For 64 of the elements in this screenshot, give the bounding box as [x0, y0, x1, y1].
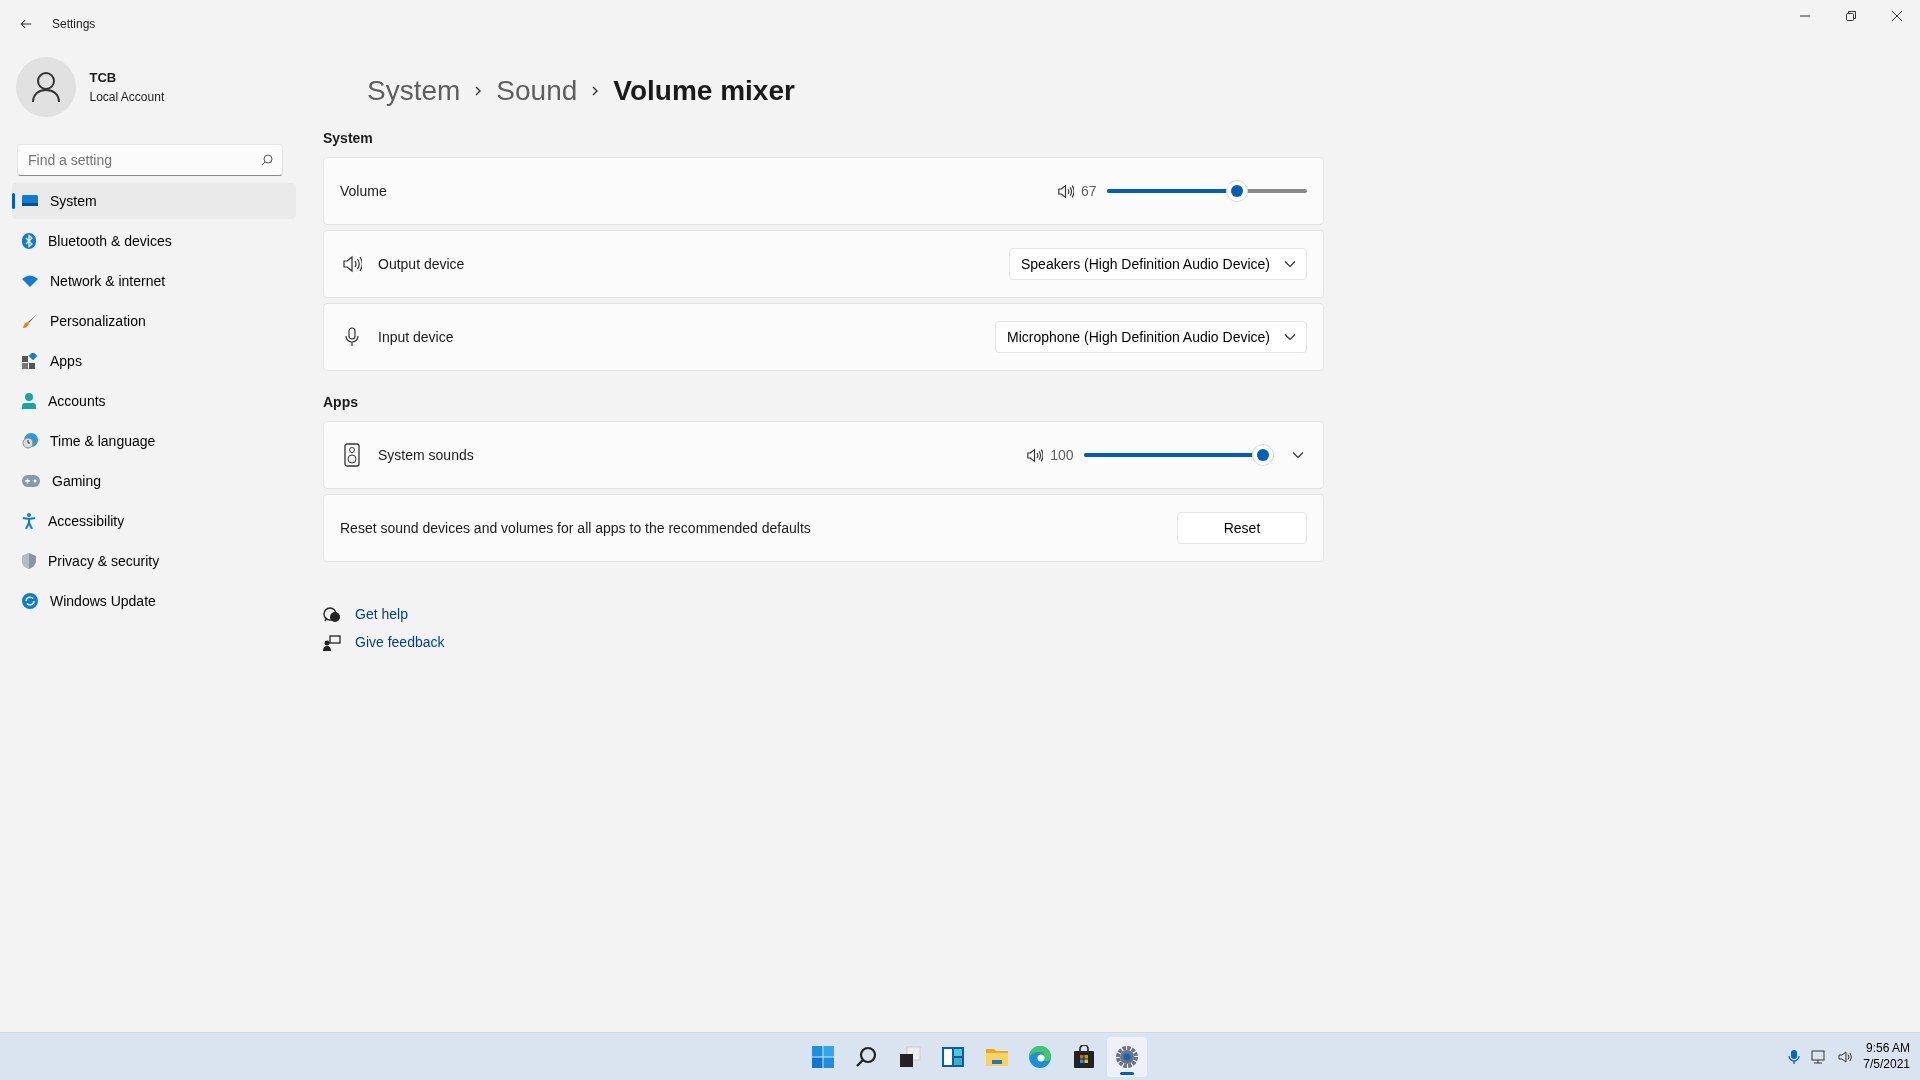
network-icon[interactable] — [1811, 1049, 1828, 1065]
volume-reading: 67 — [1080, 181, 1097, 201]
wifi-icon — [22, 275, 38, 287]
gear-icon[interactable] — [1107, 1036, 1148, 1077]
volume-reading: 100 — [1050, 445, 1074, 465]
clock[interactable]: 9:56 AM 7/5/2021 — [1863, 1041, 1910, 1073]
search-field[interactable]: Find a setting — [17, 144, 283, 176]
help-link[interactable]: Get help — [355, 604, 408, 625]
gamepad-icon — [22, 475, 40, 487]
accessibility-icon — [22, 513, 36, 529]
window-title: Settings — [52, 16, 96, 33]
device-dropdown[interactable]: Microphone (High Definition Audio Device) — [994, 321, 1307, 353]
help-icon — [323, 606, 341, 623]
nav-item[interactable]: Privacy & security — [12, 543, 296, 579]
feedback-link[interactable]: Give feedback — [355, 632, 445, 653]
nav-item[interactable]: Accounts — [12, 383, 296, 419]
feedback-icon — [323, 634, 341, 651]
section-heading: System — [323, 129, 374, 148]
setting-label: Reset sound devices and volumes for all apps to the recommended defaults — [340, 518, 811, 538]
speaker-icon — [340, 255, 364, 273]
speaker-icon — [1026, 447, 1044, 463]
globe-clock-icon — [22, 433, 38, 449]
chevron-down-icon — [1284, 260, 1296, 268]
setting-label: Volume — [340, 181, 387, 201]
nav-item[interactable]: Gaming — [12, 463, 296, 499]
section-heading: Apps — [323, 393, 359, 412]
nav-item[interactable]: Windows Update — [12, 583, 296, 619]
setting-label: Output device — [378, 254, 465, 274]
setting-label: System sounds — [378, 445, 474, 465]
nav-item[interactable]: Accessibility — [12, 503, 296, 539]
breadcrumb-link[interactable]: System — [367, 70, 461, 112]
nav-item[interactable]: Network & internet — [12, 263, 296, 299]
person-icon — [22, 393, 36, 409]
reset-button[interactable]: Reset — [1177, 512, 1307, 544]
search-icon — [261, 154, 273, 166]
nav-item[interactable]: System — [12, 183, 296, 219]
apps-icon — [22, 353, 38, 369]
restore-icon — [1846, 11, 1856, 21]
user-name: TCB — [89, 69, 118, 88]
close-icon — [1892, 11, 1902, 21]
nav-item[interactable]: Personalization — [12, 303, 296, 339]
back-arrow-icon — [20, 17, 32, 31]
page-title: Volume mixer — [613, 74, 795, 108]
volume-slider[interactable] — [1084, 444, 1274, 466]
shield-icon — [22, 553, 36, 569]
speaker-icon[interactable] — [1837, 1049, 1854, 1065]
chevron-icon — [591, 85, 600, 97]
system-icon — [22, 194, 38, 208]
chevron-down-icon — [1291, 451, 1304, 459]
sync-icon — [22, 593, 38, 609]
chevron-down-icon — [1284, 333, 1296, 341]
brush-icon — [22, 313, 38, 329]
breadcrumb-link[interactable]: Sound — [496, 70, 578, 112]
nav-item[interactable]: Bluetooth & devices — [12, 223, 296, 259]
nav-item[interactable]: Apps — [12, 343, 296, 379]
setting-label: Input device — [378, 327, 454, 347]
chevron-icon — [474, 85, 483, 97]
volume-slider[interactable] — [1107, 180, 1307, 202]
microphone-icon[interactable] — [1787, 1049, 1802, 1065]
nav-item[interactable]: Time & language — [12, 423, 296, 459]
device-dropdown[interactable]: Speakers (High Definition Audio Device) — [1009, 248, 1307, 280]
bluetooth-icon — [22, 233, 36, 249]
speaker-icon — [1056, 183, 1074, 199]
account-type: Local Account — [89, 88, 165, 106]
